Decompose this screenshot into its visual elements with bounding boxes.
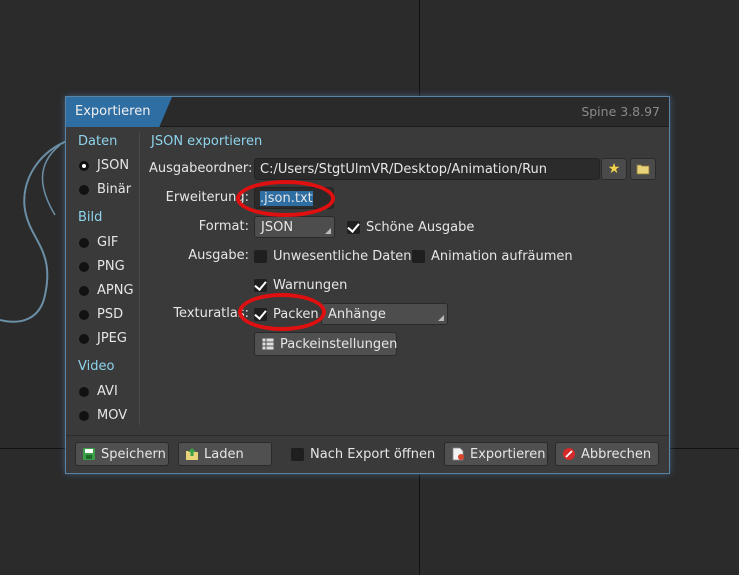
extension-label: Erweiterung: [165,190,249,205]
nonessential-label: Unwesentliche Daten [273,249,412,264]
checkbox-checked-icon [347,221,360,234]
texture-atlas-label: Texturatlas: [173,306,249,321]
radio-icon [79,309,89,320]
output-folder-label: Ausgabeordner: [149,161,253,176]
save-icon [83,448,95,460]
pack-checkbox[interactable]: Packen [254,307,319,322]
radio-icon [79,184,89,195]
format-value: JSON [261,220,294,235]
dropdown-arrow-icon [438,315,444,321]
format-dropdown[interactable]: JSON [254,216,335,238]
export-type-jpeg[interactable]: JPEG [79,331,127,346]
warnings-checkbox[interactable]: Warnungen [254,278,347,293]
checkbox-icon [291,448,304,461]
export-type-png[interactable]: PNG [79,259,125,274]
radio-icon [79,237,89,248]
settings-table-icon [261,337,275,351]
pack-label: Packen [273,307,319,322]
export-type-mov[interactable]: MOV [79,408,127,423]
radio-icon [79,285,89,296]
load-button[interactable]: Laden [178,442,272,466]
export-icon [452,447,464,461]
nonessential-checkbox[interactable]: Unwesentliche Daten [254,249,412,264]
radio-icon [79,410,89,421]
favorite-folder-button[interactable]: ★ [601,158,627,180]
cancel-icon [563,448,575,460]
radio-icon [79,261,89,272]
pretty-print-checkbox[interactable]: Schöne Ausgabe [347,220,474,235]
format-label: Format: [198,219,249,234]
export-type-json[interactable]: JSON [79,158,129,173]
export-button[interactable]: Exportieren [444,442,548,466]
pack-settings-label: Packeinstellungen [280,336,398,352]
folder-icon [636,164,650,175]
load-icon [186,448,198,460]
dialog-titlebar[interactable]: Exportieren Spine 3.8.97 [66,97,669,127]
dropdown-arrow-icon [325,228,331,234]
export-dialog: Exportieren Spine 3.8.97 Daten JSON Binä… [65,96,670,474]
category-video: Video [78,359,115,374]
section-title: JSON exportieren [151,134,263,149]
export-type-gif[interactable]: GIF [79,235,118,250]
open-after-export-checkbox[interactable]: Nach Export öffnen [291,447,435,462]
cancel-button[interactable]: Abbrechen [555,442,659,466]
radio-selected-icon [79,160,89,171]
export-label: Exportieren [470,446,546,462]
cancel-label: Abbrechen [581,446,652,462]
save-label: Speichern [101,446,166,462]
checkbox-icon [412,250,425,263]
cleanup-checkbox[interactable]: Animation aufräumen [412,249,573,264]
viewport-skeleton-shape [0,139,70,323]
dialog-title: Exportieren [66,97,172,127]
checkbox-checked-icon [254,279,267,292]
pack-settings-button[interactable]: Packeinstellungen [254,332,397,356]
export-type-psd[interactable]: PSD [79,307,123,322]
checkbox-icon [254,250,267,263]
export-type-avi[interactable]: AVI [79,384,118,399]
browse-folder-button[interactable] [630,158,656,180]
radio-icon [79,333,89,344]
star-icon: ★ [607,161,621,177]
sidebar-divider [139,133,140,425]
pack-mode-dropdown[interactable]: Anhänge [321,303,448,325]
warnings-label: Warnungen [273,278,348,293]
extension-input[interactable]: .json.txt [254,187,334,209]
export-type-apng[interactable]: APNG [79,283,134,298]
load-label: Laden [204,446,244,462]
output-label: Ausgabe: [188,248,249,263]
category-daten: Daten [78,134,118,149]
extension-value: .json.txt [260,191,313,206]
checkbox-checked-icon [254,308,267,321]
open-after-export-label: Nach Export öffnen [310,447,436,462]
pack-mode-value: Anhänge [328,307,386,322]
app-version: Spine 3.8.97 [581,104,660,119]
cleanup-label: Animation aufräumen [431,249,573,264]
radio-icon [79,386,89,397]
output-folder-input[interactable]: C:/Users/StgtUlmVR/Desktop/Animation/Run [254,158,600,180]
category-bild: Bild [78,210,103,225]
pretty-print-label: Schöne Ausgabe [366,220,475,235]
export-type-binary[interactable]: Binär [79,182,131,197]
save-button[interactable]: Speichern [75,442,169,466]
